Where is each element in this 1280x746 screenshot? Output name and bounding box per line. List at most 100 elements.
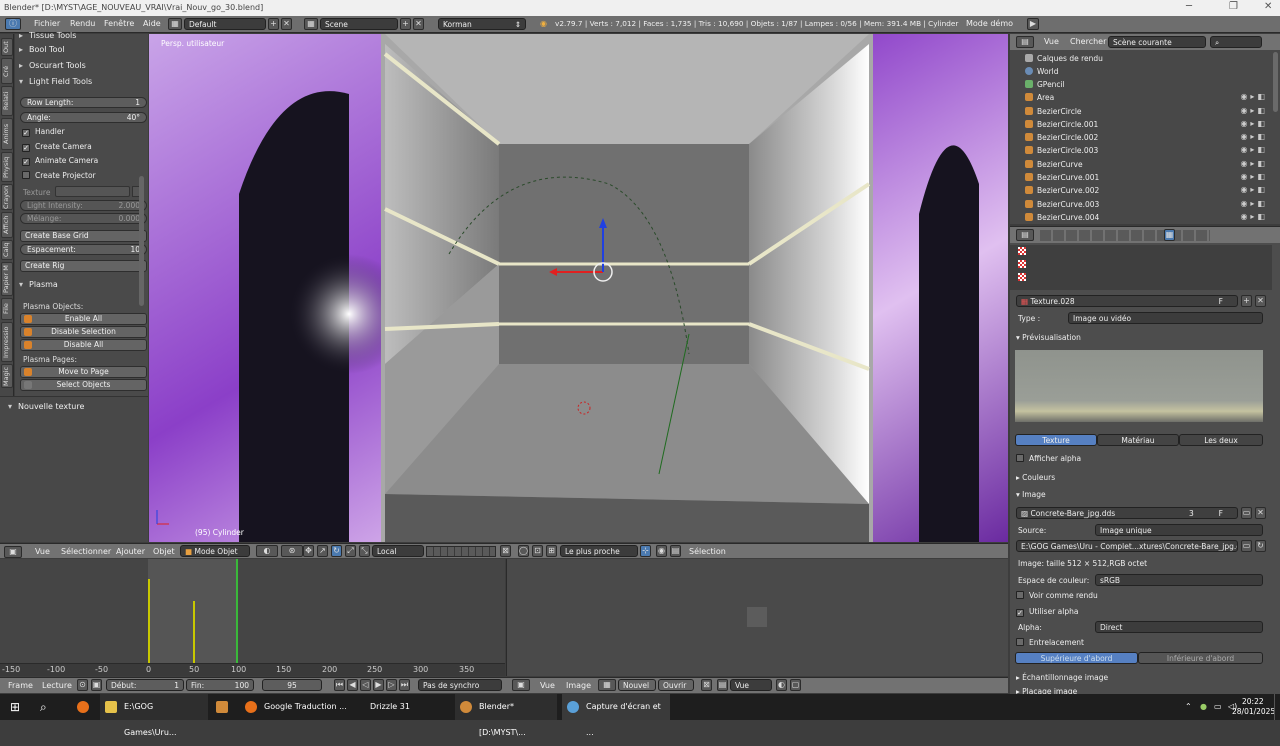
visibility-icons[interactable]: ◉▸◧	[1240, 199, 1268, 208]
toolshelf-scrollbar[interactable]	[139, 176, 144, 306]
jump-start-icon[interactable]: ⏮	[334, 679, 345, 691]
search-icon[interactable]: ⌕	[40, 694, 47, 720]
create-base-grid-button[interactable]: Create Base Grid	[20, 230, 147, 242]
tab-calques[interactable]: Calq	[1, 240, 13, 260]
properties-type-icon[interactable]: ▤	[1016, 229, 1034, 241]
texture-name-field[interactable]: ▦ Texture.028 F	[1016, 295, 1238, 307]
menu-outliner-chercher[interactable]: Chercher	[1070, 37, 1106, 46]
panel-lightfield[interactable]: ▾ Light Field Tools	[19, 77, 92, 86]
panel-nouvelle-texture[interactable]: ▾ Nouvelle texture	[8, 402, 84, 411]
visibility-icons[interactable]: ◉▸◧	[1240, 106, 1268, 115]
texture-context-icon[interactable]: ▦	[1164, 229, 1175, 241]
view-mode-select[interactable]: Vue	[730, 679, 772, 691]
end-frame-field[interactable]: Fin: 100	[186, 679, 254, 691]
tab-creer[interactable]: Cré	[1, 58, 13, 84]
menu-frame[interactable]: Frame	[8, 681, 33, 690]
enable-all-button[interactable]: Enable All	[20, 313, 147, 325]
info-editor-icon[interactable]: ⓘ	[5, 18, 21, 30]
demo-play-icon[interactable]: ▶	[1027, 18, 1039, 30]
tab-impression[interactable]: Impressio	[1, 322, 13, 362]
outliner-item[interactable]: BezierCurve.003 ◉▸◧	[1010, 198, 1272, 211]
context-tabs[interactable]	[1040, 230, 1210, 241]
outliner-scope-select[interactable]: Scène courante	[1108, 36, 1206, 48]
layout-select[interactable]: Default	[184, 18, 266, 30]
taskbar-item-snipping[interactable]: Capture d'écran et ...	[562, 694, 670, 737]
file-browse-icon[interactable]: ▭	[1241, 540, 1252, 552]
play-reverse-icon[interactable]: ◁	[360, 679, 371, 691]
show-desktop-button[interactable]	[1274, 694, 1280, 720]
outliner-item[interactable]: BezierCircle.002 ◉▸◧	[1010, 131, 1272, 144]
current-frame-field[interactable]: 95	[262, 679, 322, 691]
color-space-select[interactable]: sRGB	[1095, 574, 1263, 586]
start-frame-field[interactable]: Début: 1	[106, 679, 184, 691]
layout-icon[interactable]: ▦	[168, 18, 182, 30]
light-intensity-field[interactable]: Light Intensity: 2.000	[20, 200, 147, 211]
entrelacement-checkbox[interactable]: Entrelacement	[1016, 638, 1084, 647]
tab-affichage[interactable]: Affich	[1, 212, 13, 238]
visibility-icons[interactable]: ◉▸◧	[1240, 145, 1268, 154]
prev-key-icon[interactable]: ◀	[347, 679, 358, 691]
menu-selectionner[interactable]: Sélectionner	[61, 547, 111, 556]
remove-layout-icon[interactable]: ✕	[281, 18, 292, 30]
menu-vue-image[interactable]: Vue	[540, 681, 555, 690]
snap-target-icon[interactable]: ⊞	[546, 545, 557, 557]
add-scene-icon[interactable]: +	[400, 18, 411, 30]
visibility-icons[interactable]: ◉▸◧	[1240, 159, 1268, 168]
visibility-icons[interactable]: ◉▸◧	[1240, 119, 1268, 128]
taskbar-item-translate[interactable]: Google Traduction ...	[240, 694, 348, 720]
panel-plasma[interactable]: ▾ Plasma	[19, 280, 58, 289]
taskbar-item-drizzle[interactable]: Drizzle 31	[360, 694, 445, 720]
remove-scene-icon[interactable]: ✕	[413, 18, 424, 30]
preview-tab-material[interactable]: Matériau	[1097, 434, 1179, 446]
taskbar-item-explorer[interactable]: E:\GOG Games\Uru...	[100, 694, 208, 737]
menu-fenetre[interactable]: Fenêtre	[104, 19, 134, 28]
handler-checkbox[interactable]: ✓ Handler	[22, 127, 65, 137]
disable-selection-button[interactable]: Disable Selection	[20, 326, 147, 338]
outliner-item[interactable]: Calques de rendu	[1010, 52, 1272, 65]
lock-icon[interactable]: ⊠	[500, 545, 511, 557]
rotate-icon[interactable]: ↻	[331, 545, 342, 557]
menu-fichier[interactable]: Fichier	[34, 19, 60, 28]
render-engine-select[interactable]: Korman ⇕	[438, 18, 526, 30]
utiliser-alpha-checkbox[interactable]: ✓ Utiliser alpha	[1016, 607, 1078, 617]
texture-slot-list[interactable]	[1010, 245, 1272, 290]
image-path-field[interactable]: E:\GOG Games\Uru - Complet...xtures\Conc…	[1016, 540, 1238, 552]
outliner-type-icon[interactable]: ▤	[1016, 36, 1034, 48]
create-projector-checkbox[interactable]: Create Projector	[22, 171, 96, 180]
espacement-field[interactable]: Espacement: 10	[20, 244, 147, 255]
overlay-icon[interactable]: ▢	[790, 679, 801, 691]
menu-rendu[interactable]: Rendu	[70, 19, 95, 28]
select-objects-button[interactable]: Select Objects	[20, 379, 147, 391]
row-length-field[interactable]: Row Length: 1	[20, 97, 147, 108]
outliner-item[interactable]: BezierCurve ◉▸◧	[1010, 158, 1272, 171]
add-texture-icon[interactable]: +	[1241, 295, 1252, 307]
layer-buttons[interactable]	[426, 546, 496, 557]
alpha-select[interactable]: Direct	[1095, 621, 1263, 633]
texture-field[interactable]	[55, 186, 130, 197]
reload-icon[interactable]: ↻	[1255, 540, 1266, 552]
panel-previsualisation[interactable]: ▾ Prévisualisation	[1016, 333, 1081, 342]
outliner-item[interactable]: BezierCurve.004 ◉▸◧	[1010, 211, 1272, 224]
snap-align-icon[interactable]: ⊹	[640, 545, 651, 557]
firefox-icon[interactable]	[77, 701, 89, 713]
outliner-item[interactable]: BezierCircle ◉▸◧	[1010, 105, 1272, 118]
panel-image[interactable]: ▾ Image	[1016, 490, 1046, 499]
translate-icon[interactable]: ↗	[317, 545, 328, 557]
visibility-icons[interactable]: ◉▸◧	[1240, 212, 1268, 221]
tab-physique[interactable]: Physiq	[1, 152, 13, 182]
melange-field[interactable]: Mélange: 0.000	[20, 213, 147, 224]
menu-lecture[interactable]: Lecture	[42, 681, 72, 690]
pin-icon[interactable]: ⊠	[701, 679, 712, 691]
orientation-select[interactable]: Local	[372, 545, 424, 557]
outliner-item[interactable]: Area ◉▸◧	[1010, 91, 1272, 104]
channels-icon[interactable]: ◐	[776, 679, 787, 691]
panel-tissue-tools[interactable]: ▸ Tissue Tools	[19, 31, 76, 40]
maximize-icon[interactable]: ❐	[1229, 1, 1238, 12]
tab-magic[interactable]: Magic	[1, 364, 13, 388]
taskbar-item-blender[interactable]: Blender* [D:\MYST\...	[455, 694, 557, 737]
menu-objet[interactable]: Objet	[153, 547, 175, 556]
angle-field[interactable]: Angle: 40°	[20, 112, 147, 123]
preview-tab-both[interactable]: Les deux	[1179, 434, 1263, 446]
blender-taskbar-icon[interactable]	[216, 701, 228, 713]
new-image-button[interactable]: Nouvel	[618, 679, 656, 691]
